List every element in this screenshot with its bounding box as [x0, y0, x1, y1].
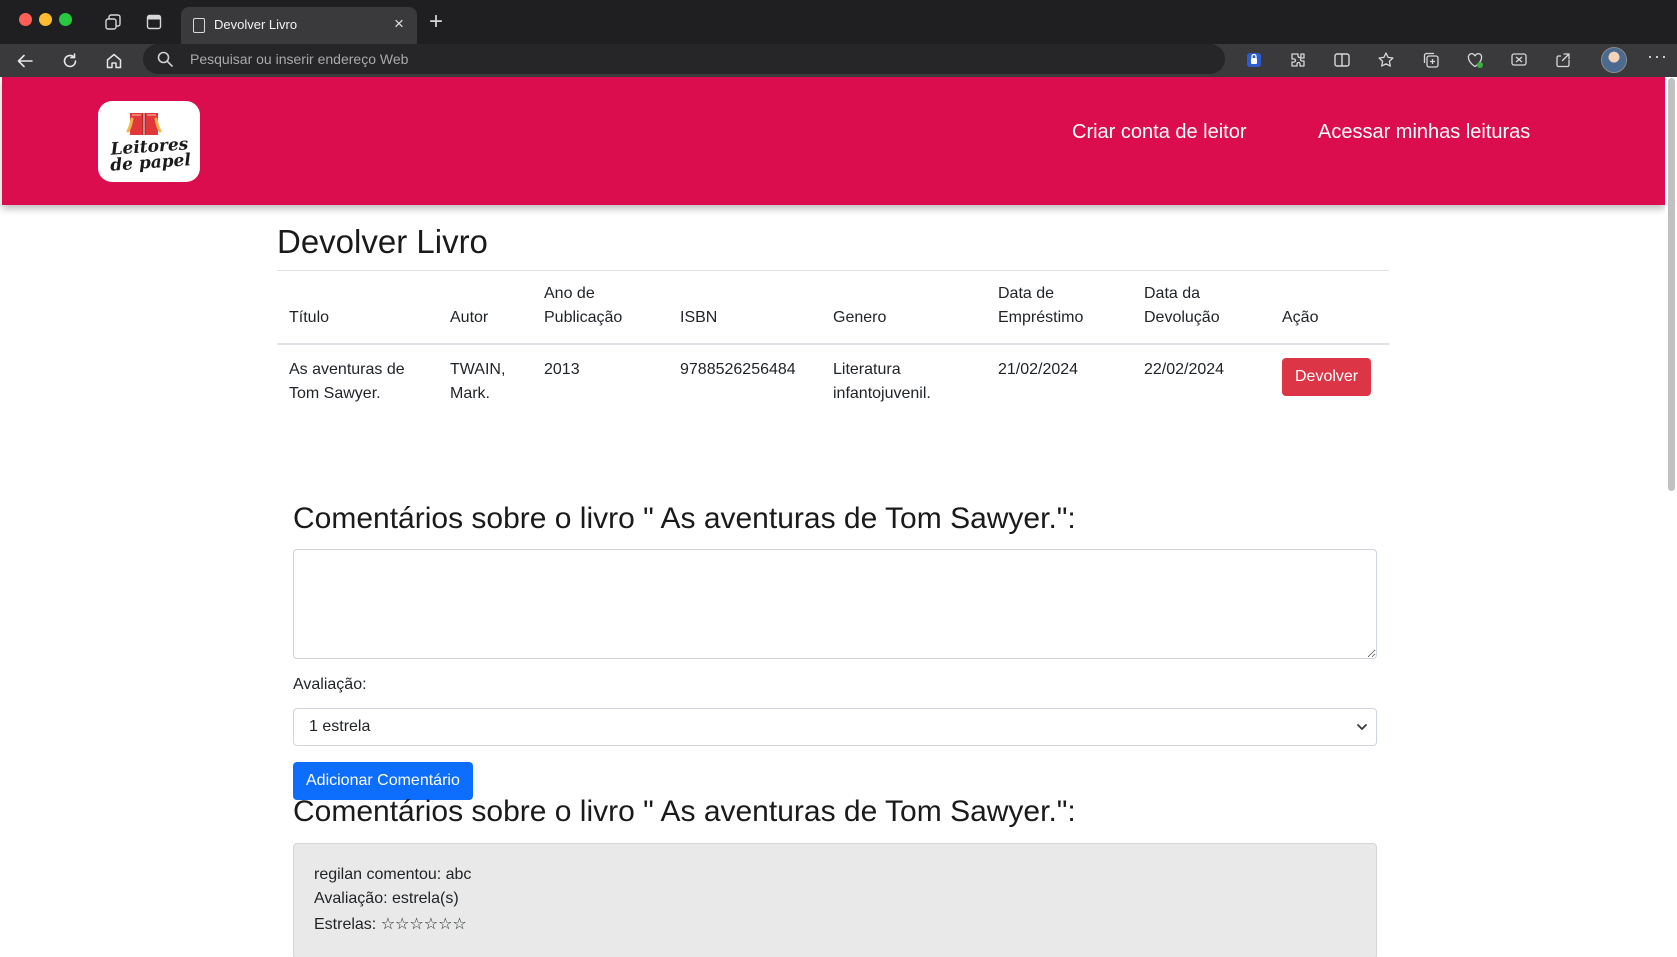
more-options-button[interactable]: ···	[1647, 46, 1668, 67]
table-row: As aventuras de Tom Sawyer. TWAIN, Mark.…	[277, 344, 1389, 416]
vertical-tabs-icon[interactable]	[145, 13, 163, 31]
profile-avatar[interactable]	[1601, 47, 1627, 73]
browser-toolbar: Pesquisar ou inserir endereço Web ···	[0, 44, 1677, 77]
new-tab-button[interactable]: +	[424, 8, 448, 36]
page-icon	[193, 18, 205, 33]
column-header-ano: Ano de Publicação	[532, 272, 668, 345]
cell-titulo: As aventuras de Tom Sawyer.	[289, 361, 405, 402]
chevron-down-icon	[1357, 724, 1367, 730]
comment-rating-text: Avaliação: estrela(s)	[314, 890, 459, 907]
address-placeholder: Pesquisar ou inserir endereço Web	[190, 51, 409, 67]
collections-icon[interactable]	[1420, 49, 1442, 71]
site-header: Leitores de papel Criar conta de leitor …	[2, 77, 1665, 205]
page-scrollbar[interactable]	[1665, 77, 1677, 957]
nav-my-readings-link[interactable]: Acessar minhas leituras	[1318, 121, 1530, 144]
tab-title: Devolver Livro	[214, 17, 298, 32]
cell-genero: Literatura infantojuvenil.	[833, 361, 931, 402]
back-button[interactable]	[12, 48, 38, 74]
workspaces-icon[interactable]	[104, 13, 122, 31]
page-viewport: Leitores de papel Criar conta de leitor …	[0, 77, 1677, 957]
search-icon	[157, 51, 173, 72]
share-icon[interactable]	[1552, 49, 1574, 71]
comment-stars-text: Estrelas: ☆☆☆☆☆☆	[314, 916, 467, 933]
cell-ano: 2013	[544, 361, 580, 378]
password-manager-icon[interactable]	[1243, 49, 1265, 71]
browser-titlebar: Devolver Livro × +	[0, 0, 1677, 44]
table-header-row: Título Autor Ano de Publicação ISBN Gene…	[277, 272, 1389, 345]
cell-isbn: 9788526256484	[680, 361, 796, 378]
page-title: Devolver Livro	[277, 223, 488, 260]
comment-card: regilan comentou: abc Avaliação: estrela…	[293, 843, 1377, 957]
column-header-genero: Genero	[821, 272, 986, 345]
comment-author-text: regilan comentou: abc	[314, 866, 472, 883]
column-header-titulo: Título	[277, 272, 438, 345]
extensions-icon[interactable]	[1287, 49, 1309, 71]
screenshot-icon[interactable]	[1508, 49, 1530, 71]
comment-form-heading: Comentários sobre o livro " As aventuras…	[293, 502, 1076, 535]
cell-autor: TWAIN, Mark.	[450, 361, 506, 402]
browser-essentials-icon[interactable]	[1464, 49, 1486, 71]
home-button[interactable]	[101, 48, 127, 74]
maximize-window-button[interactable]	[59, 13, 72, 26]
divider	[277, 270, 1389, 271]
logo-line-2: de papel	[109, 150, 192, 176]
favorites-icon[interactable]	[1375, 49, 1397, 71]
cell-emprestimo: 21/02/2024	[998, 361, 1079, 378]
column-header-acao: Ação	[1270, 272, 1389, 345]
close-window-button[interactable]	[19, 13, 32, 26]
nav-create-account-link[interactable]: Criar conta de leitor	[1072, 121, 1247, 144]
site-logo[interactable]: Leitores de papel	[98, 101, 200, 182]
rating-label: Avaliação:	[293, 676, 367, 693]
tab-devolver-livro[interactable]: Devolver Livro ×	[181, 7, 417, 44]
column-header-isbn: ISBN	[668, 272, 821, 345]
tab-close-button[interactable]: ×	[389, 14, 409, 34]
loans-table: Título Autor Ano de Publicação ISBN Gene…	[277, 272, 1389, 416]
logo-text: Leitores de papel	[103, 134, 197, 176]
comment-textarea[interactable]	[293, 549, 1377, 659]
cell-acao: Devolver	[1270, 344, 1389, 416]
column-header-emprestimo: Data de Empréstimo	[986, 272, 1132, 345]
refresh-button[interactable]	[57, 48, 83, 74]
column-header-devolucao: Data da Devolução	[1132, 272, 1270, 345]
comments-list-heading: Comentários sobre o livro " As aventuras…	[293, 795, 1076, 828]
return-book-button[interactable]: Devolver	[1282, 358, 1372, 396]
rating-selected-value: 1 estrela	[309, 718, 371, 735]
book-icon	[126, 113, 162, 135]
minimize-window-button[interactable]	[39, 13, 52, 26]
cell-devolucao: 22/02/2024	[1144, 361, 1225, 378]
rating-select[interactable]: 1 estrela	[293, 708, 1377, 746]
column-header-autor: Autor	[438, 272, 532, 345]
scrollbar-thumb[interactable]	[1668, 78, 1675, 491]
address-bar[interactable]: Pesquisar ou inserir endereço Web	[143, 44, 1225, 74]
split-screen-icon[interactable]	[1331, 49, 1353, 71]
